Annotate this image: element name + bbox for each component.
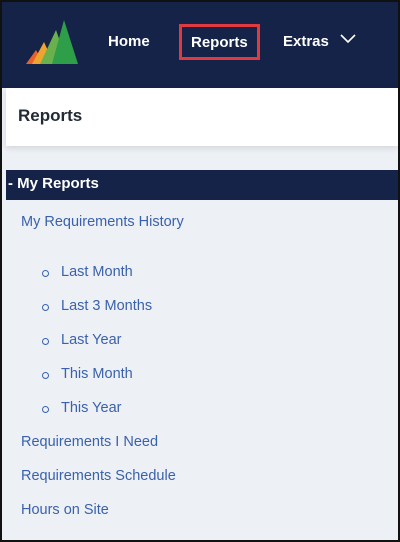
circle-bullet-icon bbox=[42, 338, 49, 345]
link-last-year[interactable]: Last Year bbox=[61, 332, 121, 348]
chevron-down-icon[interactable] bbox=[339, 32, 357, 46]
link-last-3-months[interactable]: Last 3 Months bbox=[61, 298, 152, 314]
link-requirements-schedule[interactable]: Requirements Schedule bbox=[21, 468, 176, 484]
section-header[interactable]: - My Reports bbox=[6, 170, 398, 200]
link-last-month[interactable]: Last Month bbox=[61, 264, 133, 280]
link-this-year[interactable]: This Year bbox=[61, 400, 121, 416]
circle-bullet-icon bbox=[42, 304, 49, 311]
top-navbar: Home Reports Extras bbox=[2, 2, 398, 88]
section-title: - My Reports bbox=[8, 175, 99, 192]
nav-reports[interactable]: Reports bbox=[179, 24, 260, 60]
link-this-month[interactable]: This Month bbox=[61, 366, 133, 382]
circle-bullet-icon bbox=[42, 372, 49, 379]
logo-mountain-icon[interactable] bbox=[26, 20, 78, 64]
page-header: Reports bbox=[6, 88, 398, 146]
circle-bullet-icon bbox=[42, 270, 49, 277]
circle-bullet-icon bbox=[42, 406, 49, 413]
link-requirements-history[interactable]: My Requirements History bbox=[21, 214, 184, 230]
link-requirements-i-need[interactable]: Requirements I Need bbox=[21, 434, 158, 450]
page-title: Reports bbox=[18, 106, 83, 125]
nav-extras[interactable]: Extras bbox=[283, 29, 329, 59]
link-hours-on-site[interactable]: Hours on Site bbox=[21, 502, 109, 518]
app-window: Home Reports Extras Reports - My Reports… bbox=[0, 0, 400, 542]
nav-home[interactable]: Home bbox=[108, 29, 150, 59]
